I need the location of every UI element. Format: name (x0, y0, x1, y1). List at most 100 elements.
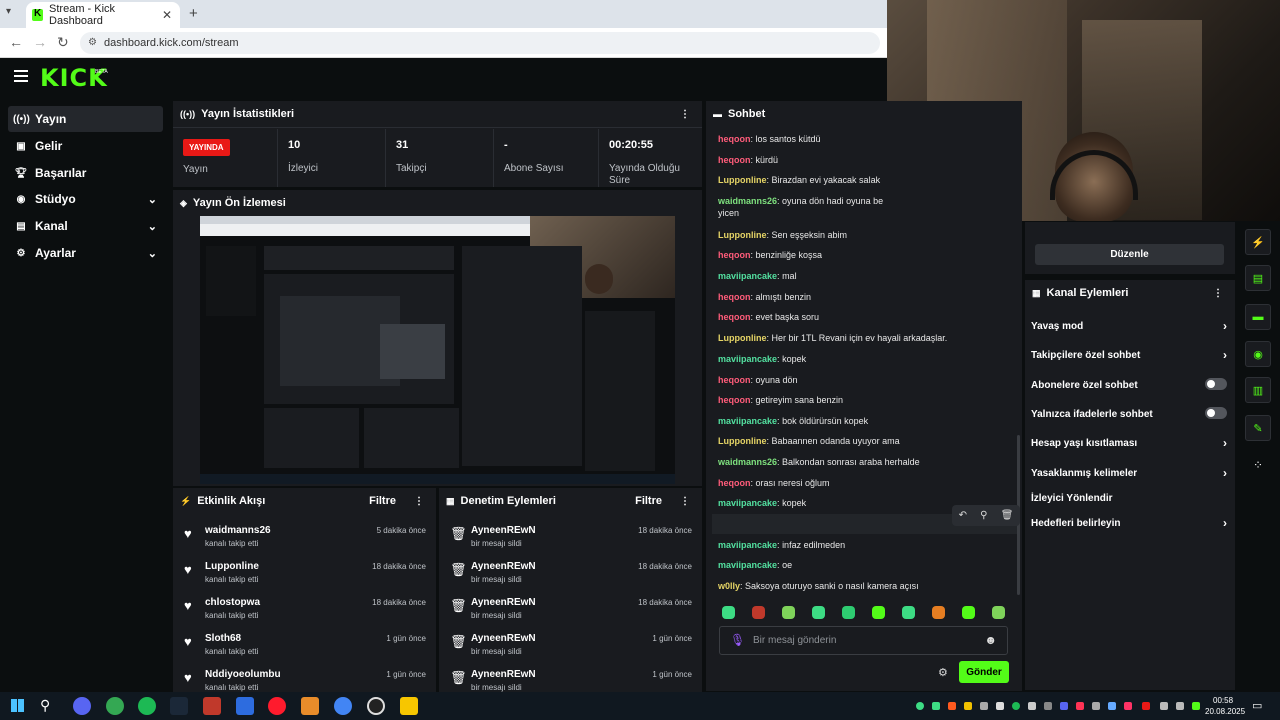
address-bar[interactable]: ⚙ dashboard.kick.com/stream (80, 32, 880, 54)
obs-icon[interactable] (367, 697, 385, 715)
chat-username[interactable]: heqoon (718, 375, 751, 385)
emote-button[interactable] (902, 606, 915, 619)
emote-button[interactable] (992, 606, 1005, 619)
browser-tab[interactable]: Stream - Kick Dashboard ✕ (26, 2, 180, 28)
emote-button[interactable] (812, 606, 825, 619)
chat-username[interactable]: heqoon (718, 155, 751, 165)
discord-icon[interactable] (73, 697, 91, 715)
chat-username[interactable]: Lupponline (718, 230, 767, 240)
spotify-tray-icon[interactable] (1012, 702, 1020, 710)
more-options-icon[interactable]: ⋮ (680, 109, 690, 120)
chat-toggle-button[interactable]: ▬ (1245, 304, 1271, 330)
spotify-icon[interactable] (138, 697, 156, 715)
chat-username[interactable]: maviipancake (718, 416, 777, 426)
new-tab-button[interactable]: + (189, 5, 198, 22)
chat-message[interactable]: waidmanns26: Balkondan sonrası araba her… (718, 456, 958, 468)
chat-message[interactable]: heqoon: benzinliğe koşsa (718, 249, 958, 261)
tray-icon[interactable] (916, 702, 924, 710)
sidebar-item-basarilar[interactable]: 🏆︎ Başarılar (8, 160, 163, 186)
send-button[interactable]: Gönder (959, 661, 1009, 683)
tab-search-icon[interactable]: ▾ (6, 6, 11, 17)
subscribers-only-toggle[interactable] (1205, 378, 1227, 390)
chat-message[interactable]: maviipancake: bok öldürürsün kopek (718, 415, 958, 427)
edit-button[interactable]: Düzenle (1035, 244, 1224, 265)
menu-icon[interactable] (14, 70, 28, 82)
sidebar-item-studyo[interactable]: ◉ Stüdyo ⌄ (8, 186, 163, 212)
pin-icon[interactable]: ⚲ (980, 510, 987, 521)
filter-button[interactable]: Filtre (369, 495, 396, 507)
emote-button[interactable] (842, 606, 855, 619)
chat-username[interactable]: heqoon (718, 312, 751, 322)
chat-message[interactable]: Lupponline: Her bir 1TL Revani için ev h… (718, 332, 958, 344)
chat-message[interactable]: heqoon: los santos kütdü (718, 133, 958, 145)
extensions-icon[interactable]: ⁘ (1253, 458, 1263, 472)
chat-message[interactable]: maviipancake: kopek (718, 497, 958, 509)
more-options-icon[interactable]: ⋮ (1213, 288, 1223, 299)
chat-message[interactable]: maviipancake: infaz edilmeden (718, 539, 958, 551)
search-icon[interactable]: ⚲ (40, 697, 50, 714)
notes-button[interactable]: ▤ (1245, 265, 1271, 291)
sidebar-item-gelir[interactable]: ▣ Gelir (8, 133, 163, 159)
chat-message[interactable]: maviipancake: kopek (718, 353, 958, 365)
forward-icon[interactable]: → (33, 34, 47, 50)
chat-message[interactable]: maviipancake: oe (718, 559, 958, 571)
chat-message[interactable]: heqoon: getireyim sana benzin (718, 394, 958, 406)
action-banned-words[interactable]: Yasaklanmış kelimeler › (1031, 466, 1231, 480)
chat-message[interactable]: heqoon: kürdü (718, 154, 958, 166)
action-host-viewers[interactable]: İzleyici Yönlendir (1031, 493, 1231, 504)
chat-username[interactable]: heqoon (718, 292, 751, 302)
chat-message[interactable]: heqoon: almıştı benzin (718, 291, 958, 303)
volume-icon[interactable] (1160, 702, 1168, 710)
tray-icon[interactable] (948, 702, 956, 710)
delete-icon[interactable]: 🗑︎ (1001, 510, 1014, 521)
settings-app-icon[interactable] (236, 697, 254, 715)
action-slow-mode[interactable]: Yavaş mod › (1031, 319, 1231, 333)
tray-icon[interactable] (1044, 702, 1052, 710)
chrome-active-icon[interactable] (334, 697, 352, 715)
chat-username[interactable]: waidmanns26 (718, 196, 777, 206)
chat-username[interactable]: w0lly (718, 581, 740, 591)
chat-message[interactable]: maviipancake: mal (718, 270, 958, 282)
layout-button[interactable]: ▥ (1245, 377, 1271, 403)
tray-icon[interactable] (1192, 702, 1200, 710)
chat-username[interactable]: maviipancake (718, 540, 777, 550)
chat-username[interactable]: heqoon (718, 478, 751, 488)
emote-button[interactable] (752, 606, 765, 619)
chat-message[interactable]: w0lly: Saksoya oturuyo sanki o nasıl kam… (718, 580, 958, 592)
chat-username[interactable]: heqoon (718, 395, 751, 405)
chat-username[interactable]: heqoon (718, 250, 751, 260)
chat-message[interactable]: heqoon: oyuna dön (718, 374, 958, 386)
tray-icon[interactable] (964, 702, 972, 710)
tray-icon[interactable] (980, 702, 988, 710)
tray-icon[interactable] (1076, 702, 1084, 710)
tray-icon[interactable] (1092, 702, 1100, 710)
tray-icon[interactable] (932, 702, 940, 710)
steam-icon[interactable] (170, 697, 188, 715)
site-info-icon[interactable]: ⚙ (88, 37, 97, 48)
action-set-goals[interactable]: Hedefleri belirleyin › (1031, 516, 1231, 530)
tray-icon[interactable] (1124, 702, 1132, 710)
reload-icon[interactable]: ↻ (57, 34, 69, 51)
emote-button[interactable] (962, 606, 975, 619)
chat-username[interactable]: Lupponline (718, 333, 767, 343)
app-icon[interactable] (400, 697, 418, 715)
chrome-icon[interactable] (106, 697, 124, 715)
chat-message[interactable]: heqoon: orası neresi oğlum (718, 477, 958, 489)
chat-username[interactable]: maviipancake (718, 354, 777, 364)
chat-message[interactable]: Lupponline: Sen eşşeksin abim (718, 229, 958, 241)
chat-username[interactable]: Lupponline (718, 436, 767, 446)
quick-actions-button[interactable]: ⚡ (1245, 229, 1271, 255)
chat-username[interactable]: heqoon (718, 134, 751, 144)
back-icon[interactable]: ← (9, 34, 23, 50)
chat-input[interactable]: 🎙︎ Bir mesaj gönderin ☻ (719, 626, 1008, 655)
emote-button[interactable] (782, 606, 795, 619)
action-account-age[interactable]: Hesap yaşı kısıtlaması › (1031, 436, 1231, 450)
app-icon[interactable] (301, 697, 319, 715)
sidebar-item-ayarlar[interactable]: ⚙ Ayarlar ⌄ (8, 240, 163, 266)
windows-start-icon[interactable] (11, 699, 24, 712)
chat-username[interactable]: Lupponline (718, 175, 767, 185)
opera-icon[interactable] (268, 697, 286, 715)
clock-time[interactable]: 00:58 (1213, 696, 1233, 705)
tools-button[interactable]: ✎ (1245, 415, 1271, 441)
filter-button[interactable]: Filtre (635, 495, 662, 507)
